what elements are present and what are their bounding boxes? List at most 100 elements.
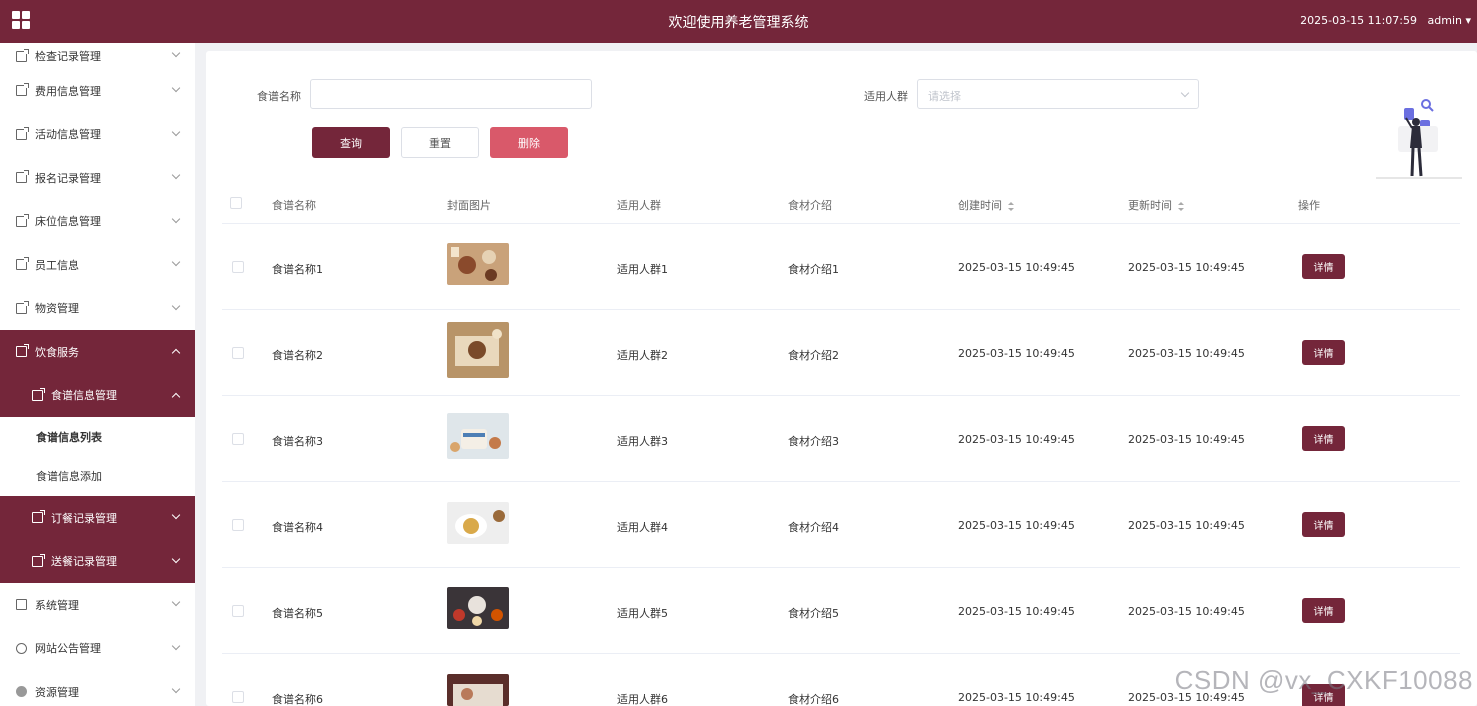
ingredient-intro-cell: 食材介绍3 (788, 435, 839, 448)
sidebar-item-label: 床位信息管理 (35, 215, 101, 229)
sidebar-item-label: 送餐记录管理 (51, 555, 117, 569)
table-row: 食谱名称3 适用人群3 食材介绍3 2025-03-15 10:49:45 20… (222, 396, 1460, 482)
row-checkbox[interactable] (232, 605, 244, 617)
select-all-checkbox[interactable] (230, 197, 242, 209)
chevron-down-icon (1180, 88, 1190, 98)
detail-button[interactable]: 详情 (1302, 340, 1345, 365)
sort-icon[interactable] (1178, 201, 1184, 211)
target-group-cell: 适用人群5 (617, 607, 668, 620)
sidebar-item-meal-orders[interactable]: 订餐记录管理 (0, 496, 195, 540)
table-row: 食谱名称1 适用人群1 食材介绍1 2025-03-15 10:49:45 20… (222, 224, 1460, 310)
reset-button[interactable]: 重置 (401, 127, 479, 158)
target-group-cell: 适用人群3 (617, 435, 668, 448)
sidebar-item-meal-delivery[interactable]: 送餐记录管理 (0, 539, 195, 583)
recipe-cover-image[interactable] (447, 322, 509, 378)
recipe-name-input[interactable] (310, 79, 592, 109)
chevron-down-icon (171, 83, 181, 93)
created-time-cell: 2025-03-15 10:49:45 (958, 691, 1075, 704)
target-group-cell: 适用人群6 (617, 693, 668, 706)
row-checkbox[interactable] (232, 261, 244, 273)
recipe-cover-image[interactable] (447, 413, 509, 459)
column-header-name: 食谱名称 (272, 199, 316, 212)
sidebar-item-supplies[interactable]: 物资管理 (0, 287, 195, 331)
target-group-select[interactable]: 请选择 (917, 79, 1199, 109)
search-illustration (1376, 99, 1462, 179)
target-group-placeholder: 请选择 (928, 90, 961, 103)
updated-time-cell: 2025-03-15 10:49:45 (1128, 433, 1245, 446)
sidebar-item-fees[interactable]: 费用信息管理 (0, 69, 195, 113)
page-title: 欢迎使用养老管理系统 (668, 15, 809, 31)
sidebar-item-system[interactable]: 系统管理 (0, 583, 195, 627)
header-datetime: 2025-03-15 11:07:59 (1300, 14, 1417, 27)
sidebar-item-resources[interactable]: 资源管理 (0, 670, 195, 706)
target-group-cell: 适用人群2 (617, 349, 668, 362)
chevron-down-icon (171, 214, 181, 223)
sidebar-item-label: 食谱信息管理 (51, 389, 117, 403)
chevron-down-icon (171, 641, 181, 650)
row-checkbox[interactable] (232, 519, 244, 531)
recipe-cover-image[interactable] (447, 674, 509, 706)
detail-button[interactable]: 详情 (1302, 426, 1345, 451)
ingredient-intro-cell: 食材介绍6 (788, 693, 839, 706)
column-header-actions: 操作 (1298, 199, 1320, 212)
sidebar-item-recipe-management[interactable]: 食谱信息管理 (0, 373, 195, 417)
chevron-up-icon (171, 348, 181, 358)
document-icon (32, 510, 45, 524)
updated-time-cell: 2025-03-15 10:49:45 (1128, 347, 1245, 360)
chevron-up-icon (171, 392, 181, 401)
detail-button[interactable]: 详情 (1302, 254, 1345, 279)
document-icon (16, 126, 29, 140)
chevron-down-icon (171, 127, 181, 136)
sidebar-item-label: 网站公告管理 (35, 642, 101, 656)
document-icon (16, 48, 29, 62)
column-header-created-label: 创建时间 (958, 199, 1002, 212)
sidebar-item-recipe-add[interactable]: 食谱信息添加 (0, 456, 195, 496)
recipe-name-cell: 食谱名称6 (272, 693, 323, 706)
sort-icon[interactable] (1008, 201, 1014, 211)
sidebar-item-label: 饮食服务 (35, 345, 79, 359)
recipe-name-cell: 食谱名称1 (272, 263, 323, 276)
row-checkbox[interactable] (232, 433, 244, 445)
detail-button[interactable]: 详情 (1302, 598, 1345, 623)
document-icon (16, 213, 29, 227)
recipe-cover-image[interactable] (447, 243, 509, 285)
watermark: CSDN @vx_CXKF10088 (1174, 665, 1473, 695)
row-checkbox[interactable] (232, 347, 244, 359)
column-header-cover: 封面图片 (447, 199, 491, 212)
sidebar-item-label: 系统管理 (35, 598, 79, 612)
location-icon (16, 686, 27, 698)
target-group-cell: 适用人群1 (617, 263, 668, 276)
user-menu[interactable]: admin ▾ (1428, 14, 1472, 27)
query-button[interactable]: 查询 (312, 127, 390, 158)
sidebar-item-label: 检查记录管理 (35, 50, 101, 63)
table-header: 食谱名称 封面图片 适用人群 食材介绍 创建时间 更新时间 操作 (222, 185, 1460, 224)
ingredient-intro-cell: 食材介绍4 (788, 521, 839, 534)
column-header-updated[interactable]: 更新时间 (1128, 197, 1184, 213)
sidebar-item-label: 资源管理 (35, 685, 79, 699)
delete-button[interactable]: 删除 (490, 127, 568, 158)
sidebar-item-staff[interactable]: 员工信息 (0, 243, 195, 287)
document-icon (16, 300, 29, 314)
sidebar-item-diet-service[interactable]: 饮食服务 (0, 330, 195, 374)
detail-button[interactable]: 详情 (1302, 512, 1345, 537)
recipe-cover-image[interactable] (447, 587, 509, 629)
updated-time-cell: 2025-03-15 10:49:45 (1128, 261, 1245, 274)
row-checkbox[interactable] (232, 691, 244, 703)
recipe-cover-image[interactable] (447, 502, 509, 544)
sidebar-item-recipe-list[interactable]: 食谱信息列表 (0, 417, 195, 457)
sidebar-item-beds[interactable]: 床位信息管理 (0, 200, 195, 244)
sidebar-item-signups[interactable]: 报名记录管理 (0, 156, 195, 200)
sidebar-item-activities[interactable]: 活动信息管理 (0, 113, 195, 157)
column-header-created[interactable]: 创建时间 (958, 197, 1014, 213)
column-header-group: 适用人群 (617, 199, 661, 212)
sidebar: 检查记录管理 费用信息管理 活动信息管理 报名记录管理 床位信息管理 员工信息 … (0, 43, 195, 706)
chevron-down-icon (171, 301, 181, 310)
created-time-cell: 2025-03-15 10:49:45 (958, 347, 1075, 360)
sidebar-item-announcements[interactable]: 网站公告管理 (0, 627, 195, 671)
recipe-name-cell: 食谱名称4 (272, 521, 323, 534)
table-row: 食谱名称2 适用人群2 食材介绍2 2025-03-15 10:49:45 20… (222, 310, 1460, 396)
column-header-updated-label: 更新时间 (1128, 199, 1172, 212)
document-icon (16, 170, 29, 184)
updated-time-cell: 2025-03-15 10:49:45 (1128, 519, 1245, 532)
sidebar-item-check-records[interactable]: 检查记录管理 (0, 43, 195, 69)
